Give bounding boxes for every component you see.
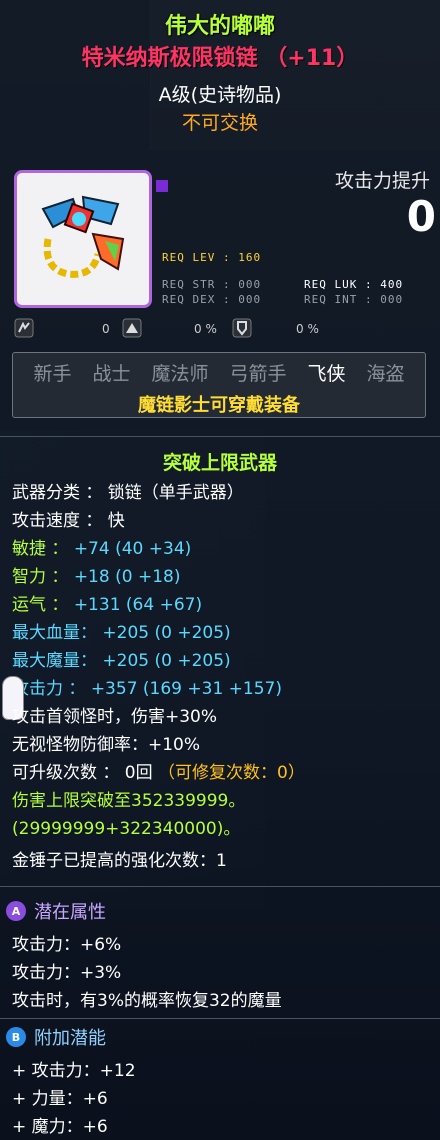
- bonus-line-1: + 攻击力：+12: [12, 1061, 136, 1081]
- trade-status: 不可交换: [181, 112, 258, 134]
- job-magician: 魔法师: [151, 363, 209, 385]
- bonus-line-3: + 魔力：+6: [12, 1117, 108, 1137]
- ignore-defense-value: 0 %: [194, 322, 217, 336]
- job-warrior: 战士: [92, 363, 131, 385]
- shield-break-icon: [232, 318, 252, 338]
- upgrade-count: 可升级次数 ： 0回: [12, 763, 153, 783]
- damage-cap-line: 伤害上限突破至352339999。: [12, 791, 246, 811]
- chain-weapon-icon: [41, 195, 125, 278]
- potential-header: A 潜在属性: [6, 898, 106, 924]
- stat-maxmp-value: +205 (0 +205): [102, 651, 231, 671]
- job-note: 魔链影士可穿戴装备: [138, 395, 300, 416]
- stat-dex-label: 敏捷 ：: [12, 539, 69, 559]
- item-full-title: 特米纳斯极限锁链 （+11）: [81, 46, 359, 71]
- attack-speed: 攻击速度 ： 快: [12, 511, 125, 531]
- stat-int-value: +18 (0 +18): [73, 567, 181, 587]
- potential-title: 潜在属性: [34, 902, 106, 923]
- stat-luk-value: +131 (64 +67): [73, 595, 203, 615]
- item-name: 伟大的嘟嘟: [164, 14, 275, 39]
- shield-break-value: 0 %: [296, 322, 319, 336]
- job-archer: 弓箭手: [229, 363, 287, 385]
- potential-line-2: 攻击力：+3%: [12, 963, 122, 983]
- req-luk: REQ LUK : 400: [304, 278, 404, 291]
- damage-cap-detail: (29999999+322340000)。: [12, 819, 241, 839]
- item-icon-frame: [14, 170, 152, 308]
- boss-damage-icon: [14, 318, 34, 338]
- stat-maxmp: 最大魔量： +205 (0 +205): [12, 646, 231, 671]
- stat-luk: 运气 ： +131 (64 +67): [12, 590, 202, 615]
- job-pirate: 海盗: [366, 363, 405, 385]
- bonus-potential-header: B 附加潜能: [6, 1024, 106, 1050]
- breakthrough-title: 突破上限武器: [162, 452, 277, 474]
- potential-line-3: 攻击时，有3%的概率恢复32的魔量: [12, 991, 282, 1011]
- upgrade-line: 可升级次数 ： 0回 （可修复次数：0）: [12, 758, 305, 783]
- stat-maxhp-value: +205 (0 +205): [102, 623, 231, 643]
- bonus-line-2: + 力量：+6: [12, 1089, 108, 1109]
- stat-dex: 敏捷 ： +74 (40 +34): [12, 534, 191, 559]
- weapon-type: 武器分类 ： 锁链（单手武器）: [12, 483, 244, 503]
- stat-int: 智力 ： +18 (0 +18): [12, 562, 180, 587]
- stat-icons-row: 0 0 % 0 %: [14, 318, 434, 342]
- bonus-grade-icon: B: [6, 1027, 26, 1047]
- job-beginner: 新手: [33, 363, 72, 385]
- stat-maxhp-label: 最大血量：: [12, 623, 97, 643]
- item-tooltip: 伟大的嘟嘟 特米纳斯极限锁链 （+11） A级(史诗物品) 不可交换 攻击力提升…: [0, 0, 440, 1140]
- req-dex: REQ DEX : 000: [162, 293, 262, 306]
- stat-atk-value: +357 (169 +31 +157): [90, 679, 282, 699]
- divider: [0, 886, 440, 887]
- item-grade: A级(史诗物品): [158, 84, 282, 106]
- stat-luk-label: 运气 ：: [12, 595, 69, 615]
- potential-line-1: 攻击力：+6%: [12, 935, 122, 955]
- bonus-potential-title: 附加潜能: [34, 1028, 106, 1049]
- hammer-line: 金锤子已提高的强化次数：1: [12, 851, 227, 871]
- repair-count: （可修复次数：0）: [158, 763, 305, 783]
- divider: [0, 1018, 440, 1019]
- epic-flag-icon: [156, 180, 168, 192]
- boss-damage-line: 攻击首领怪时，伤害+30%: [12, 707, 218, 727]
- divider: [0, 436, 440, 437]
- attack-up-label: 攻击力提升: [334, 170, 430, 192]
- potential-grade-icon: A: [6, 901, 26, 921]
- req-str: REQ STR : 000: [162, 278, 262, 291]
- stat-maxhp: 最大血量： +205 (0 +205): [12, 618, 231, 643]
- req-int: REQ INT : 000: [304, 293, 404, 306]
- attack-up-value: 0: [406, 192, 436, 241]
- req-level: REQ LEV : 160: [162, 251, 262, 264]
- job-thief: 飞侠: [307, 363, 346, 385]
- boss-damage-value: 0: [102, 322, 110, 336]
- stat-int-label: 智力 ：: [12, 567, 69, 587]
- stat-maxmp-label: 最大魔量：: [12, 651, 97, 671]
- job-panel: 新手 战士 魔法师 弓箭手 飞侠 海盗 魔链影士可穿戴装备: [12, 352, 426, 418]
- ignore-defense-icon: [122, 318, 142, 338]
- stat-atk: 攻击力 ： +357 (169 +31 +157): [12, 674, 282, 699]
- ignore-defense-line: 无视怪物防御率：+10%: [12, 735, 201, 755]
- stat-dex-value: +74 (40 +34): [73, 539, 192, 559]
